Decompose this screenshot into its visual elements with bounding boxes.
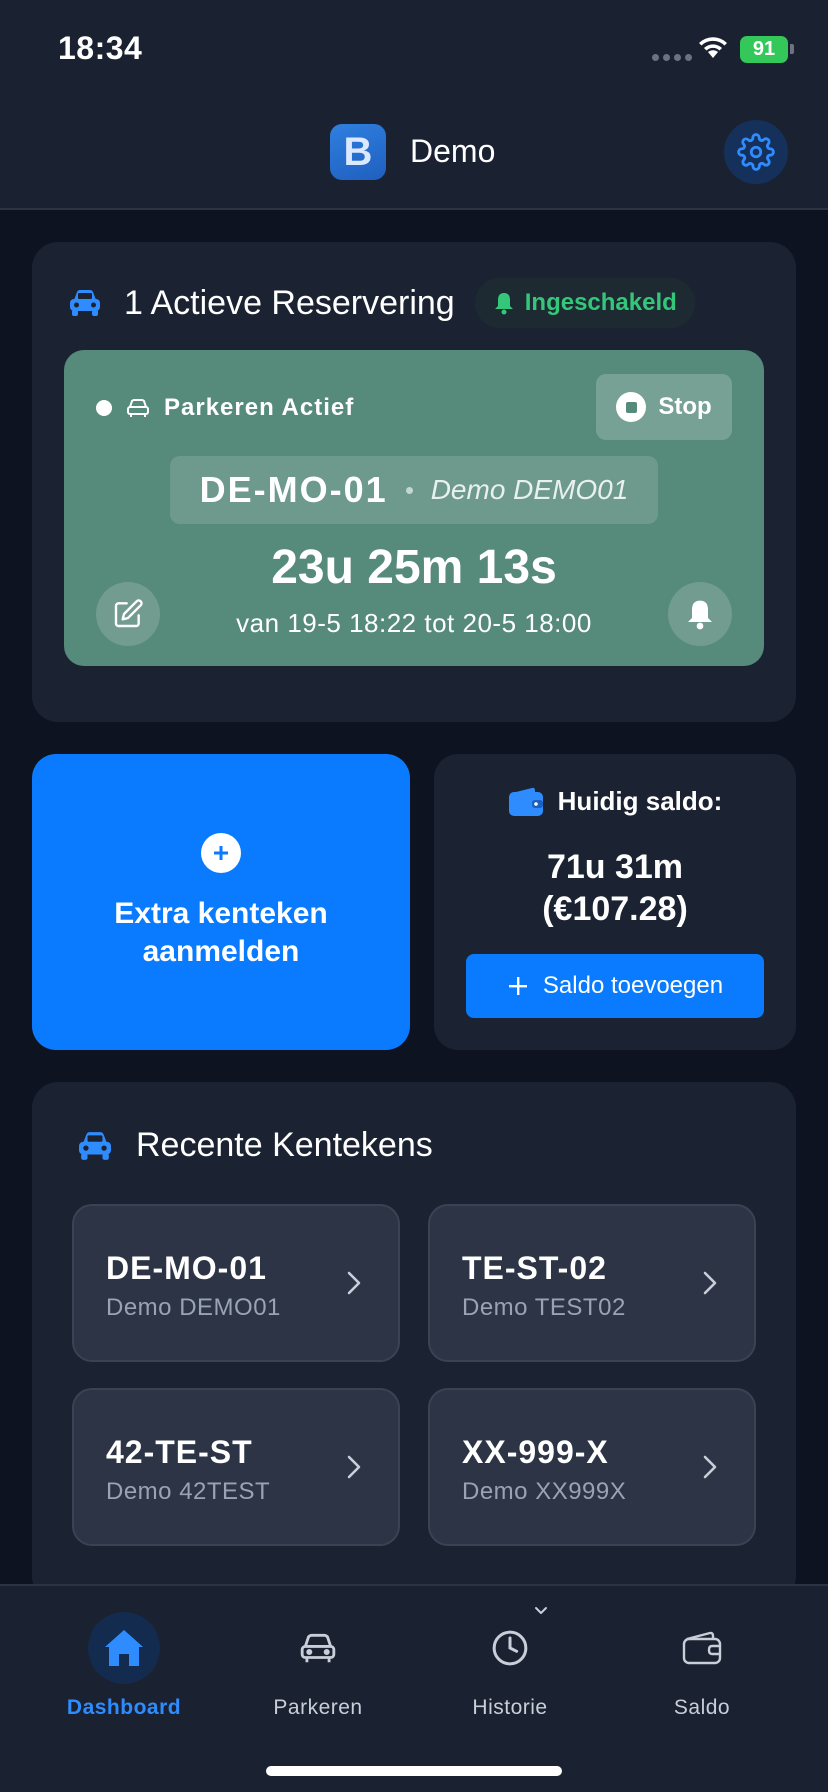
recent-plate-description: Demo XX999X: [462, 1478, 627, 1505]
parking-status-label: Parkeren Actief: [164, 394, 355, 421]
stop-button[interactable]: Stop: [596, 374, 732, 440]
balance-card: Huidig saldo: 71u 31m (€107.28) Saldo to…: [434, 754, 796, 1050]
car-icon: [300, 1633, 336, 1663]
recent-plate-number: DE-MO-01: [106, 1250, 267, 1286]
app-header: B Demo: [0, 100, 828, 210]
chevron-right-icon: [703, 1271, 717, 1295]
live-dot: [96, 400, 112, 416]
home-indicator: [266, 1766, 562, 1776]
tab-saldo[interactable]: Saldo: [602, 1612, 802, 1720]
wifi-icon: [699, 37, 727, 58]
status-time: 18:34: [58, 30, 143, 66]
tab-dashboard[interactable]: Dashboard: [24, 1612, 224, 1720]
recent-plate-description: Demo 42TEST: [106, 1478, 271, 1505]
tab-label: Parkeren: [273, 1696, 363, 1719]
stop-icon: [616, 392, 647, 422]
balance-label: Huidig saldo:: [557, 786, 723, 816]
app-screen: 18:34 91 B Demo 1 Actieve Reservering In…: [0, 0, 828, 1792]
chevron-right-icon: [347, 1271, 361, 1295]
recent-plates-header: Recente Kentekens: [76, 1126, 433, 1165]
notifications-status-badge[interactable]: Ingeschakeld: [474, 278, 695, 328]
page-title: Demo: [410, 133, 496, 169]
logo-letter: B: [343, 129, 373, 174]
plus-icon: [508, 977, 527, 995]
status-bar: 18:34 91: [0, 0, 828, 100]
parking-status: Parkeren Actief: [96, 394, 354, 422]
car-icon: [79, 1131, 111, 1160]
reservation-title: 1 Actieve Reservering: [124, 283, 455, 322]
tab-icon-container: [474, 1607, 547, 1684]
notification-button[interactable]: [668, 582, 732, 646]
recent-plate-item[interactable]: DE-MO-01 Demo DEMO01: [72, 1204, 400, 1362]
chevron-right-icon: [703, 1455, 717, 1479]
app-logo: B: [330, 124, 386, 180]
add-balance-label: Saldo toevoegen: [542, 972, 724, 999]
bell-icon: [688, 600, 712, 630]
battery-level: 91: [752, 38, 776, 60]
reservation-header: 1 Actieve Reservering Ingeschakeld: [68, 278, 695, 328]
signal-icon: [652, 54, 692, 61]
recent-plate-description: Demo TEST02: [462, 1294, 626, 1321]
home-icon: [105, 1630, 143, 1666]
balance-time: 71u 31m: [546, 848, 684, 886]
balance-value: 71u 31m (€107.28): [434, 846, 796, 930]
parking-period: van 19-5 18:22 tot 20-5 18:00: [236, 608, 592, 638]
parking-timer: 23u 25m 13s: [271, 541, 557, 594]
tab-label: Saldo: [673, 1696, 731, 1719]
plate-description: Demo DEMO01: [430, 474, 629, 505]
parking-session-box: Parkeren Actief Stop DE-MO-01 Demo DEMO0…: [64, 350, 764, 666]
tab-label: Dashboard: [66, 1696, 182, 1719]
recent-plate-number: XX-999-X: [462, 1434, 609, 1470]
tab-icon-container: [282, 1612, 354, 1684]
add-extra-plate-button[interactable]: Extra kenteken aanmelden: [32, 754, 410, 1050]
recent-plates-card: Recente Kentekens DE-MO-01 Demo DEMO01 T…: [32, 1082, 796, 1602]
tab-parkeren[interactable]: Parkeren: [218, 1612, 418, 1720]
edit-button[interactable]: [96, 582, 160, 646]
active-reservation-card: 1 Actieve Reservering Ingeschakeld Parke…: [32, 242, 796, 722]
chevron-right-icon: [347, 1455, 361, 1479]
wallet-icon: [508, 787, 543, 816]
recent-plate-number: 42-TE-ST: [106, 1434, 253, 1470]
chevron-down-icon: [535, 1607, 547, 1614]
tab-bar: Dashboard Parkeren Historie Saldo: [0, 1584, 828, 1792]
recent-plate-number: TE-ST-02: [462, 1250, 607, 1286]
recent-plate-description: Demo DEMO01: [106, 1294, 281, 1321]
add-extra-plate-label: Extra kenteken aanmelden: [114, 897, 328, 968]
settings-button[interactable]: [724, 120, 788, 184]
car-outline-icon: [127, 399, 149, 417]
balance-money: (€107.28): [542, 890, 688, 928]
bell-icon: [494, 293, 513, 315]
tab-label: Historie: [472, 1696, 548, 1719]
edit-icon: [114, 599, 143, 628]
license-plate-pill: DE-MO-01 Demo DEMO01: [170, 456, 658, 524]
balance-header: Huidig saldo:: [434, 786, 796, 817]
stop-label: Stop: [658, 393, 712, 420]
tab-icon-container: [666, 1612, 738, 1684]
separator-dot: [405, 486, 413, 494]
recent-plate-item[interactable]: TE-ST-02 Demo TEST02: [428, 1204, 756, 1362]
add-balance-button[interactable]: Saldo toevoegen: [466, 954, 764, 1018]
badge-label: Ingeschakeld: [524, 289, 677, 316]
license-plate: DE-MO-01: [199, 469, 388, 510]
gear-icon: [737, 133, 775, 171]
plus-circle-icon: [201, 833, 241, 873]
recent-plate-item[interactable]: XX-999-X Demo XX999X: [428, 1388, 756, 1546]
tab-historie[interactable]: Historie: [410, 1607, 610, 1720]
clock-icon: [492, 1630, 528, 1666]
battery-icon: 91: [740, 36, 788, 63]
wallet-icon: [682, 1631, 722, 1665]
recent-plates-title: Recente Kentekens: [136, 1126, 433, 1164]
car-icon: [70, 290, 100, 316]
recent-plate-item[interactable]: 42-TE-ST Demo 42TEST: [72, 1388, 400, 1546]
battery-cap: [790, 44, 794, 54]
tab-icon-container: [88, 1612, 160, 1684]
